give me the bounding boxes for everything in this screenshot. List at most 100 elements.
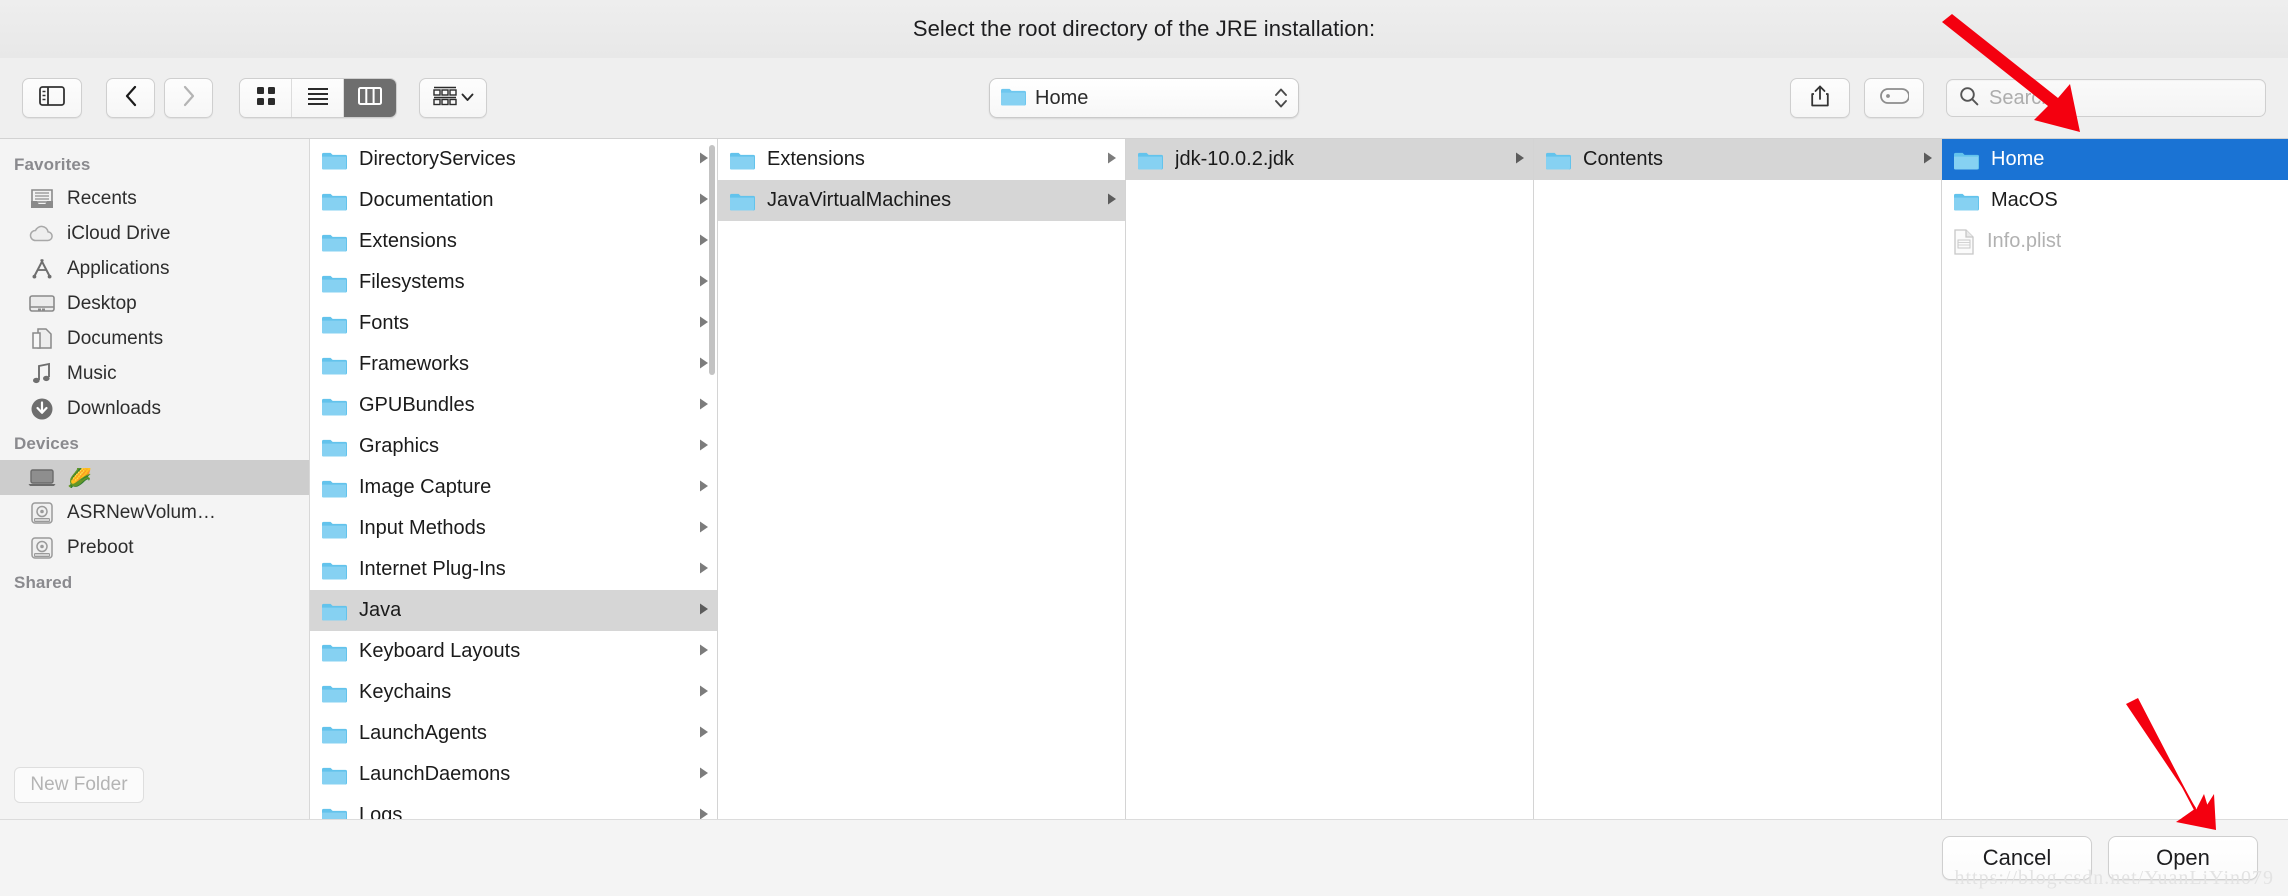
sidebar-item-downloads[interactable]: Downloads bbox=[0, 391, 309, 426]
search-field[interactable]: Search bbox=[1946, 79, 2266, 117]
column-item-label: Java bbox=[359, 599, 402, 621]
folder-icon bbox=[321, 150, 347, 170]
new-folder-button[interactable]: New Folder bbox=[14, 767, 144, 803]
sidebar-item-desktop[interactable]: Desktop bbox=[0, 286, 309, 321]
sidebar-item-preboot[interactable]: Preboot bbox=[0, 530, 309, 565]
column-item-label: Graphics bbox=[359, 435, 440, 457]
folder-icon bbox=[1953, 191, 1979, 211]
folder-icon bbox=[729, 150, 755, 170]
sidebar-item-icloud-drive[interactable]: iCloud Drive bbox=[0, 216, 309, 251]
disclosure-arrow-icon bbox=[690, 394, 710, 417]
disclosure-arrow-icon bbox=[690, 353, 710, 376]
folder-icon bbox=[321, 232, 347, 252]
column-item-label: Extensions bbox=[359, 230, 457, 252]
disclosure-arrow-icon bbox=[690, 763, 710, 786]
column-view-button[interactable] bbox=[344, 79, 396, 117]
icon-view-button[interactable] bbox=[240, 79, 292, 117]
disclosure-arrow-icon bbox=[690, 189, 710, 212]
column-item[interactable]: Java bbox=[310, 590, 717, 631]
search-icon bbox=[1959, 86, 1979, 111]
icloud-icon bbox=[28, 225, 56, 243]
folder-icon bbox=[1000, 86, 1026, 111]
dialog-body: Favorites Recents iCloud Drive Applications… bbox=[0, 139, 2288, 819]
sidebar-item-recents[interactable]: Recents bbox=[0, 181, 309, 216]
column-item[interactable]: Input Methods bbox=[310, 508, 717, 549]
folder-icon bbox=[321, 519, 347, 539]
disclosure-arrow-icon bbox=[690, 722, 710, 745]
cancel-button[interactable]: Cancel bbox=[1942, 836, 2092, 880]
column-1: DirectoryServices Documentation Extensions… bbox=[310, 139, 718, 819]
column-item[interactable]: DirectoryServices bbox=[310, 139, 717, 180]
disclosure-arrow-icon bbox=[690, 517, 710, 540]
toolbar: Home Search bbox=[0, 58, 2288, 139]
column-item[interactable]: Fonts bbox=[310, 303, 717, 344]
column-item[interactable]: Internet Plug-Ins bbox=[310, 549, 717, 590]
column-item[interactable]: Image Capture bbox=[310, 467, 717, 508]
column-item[interactable]: Documentation bbox=[310, 180, 717, 221]
disclosure-arrow-icon bbox=[690, 435, 710, 458]
column-item[interactable]: Graphics bbox=[310, 426, 717, 467]
column-item[interactable]: Contents bbox=[1534, 139, 1941, 180]
chevron-down-icon bbox=[461, 89, 474, 107]
column-3: jdk-10.0.2.jdk bbox=[1126, 139, 1534, 819]
folder-icon bbox=[321, 437, 347, 457]
sidebar-item-applications[interactable]: Applications bbox=[0, 251, 309, 286]
sidebar-item-label: Music bbox=[67, 362, 117, 384]
back-button[interactable] bbox=[106, 78, 155, 118]
column-item[interactable]: jdk-10.0.2.jdk bbox=[1126, 139, 1533, 180]
sidebar-item-[interactable]: 🌽 bbox=[0, 460, 309, 495]
column-item[interactable]: MacOS bbox=[1942, 180, 2288, 221]
folder-icon bbox=[1137, 150, 1163, 170]
sidebar-item-asrnewvolum[interactable]: ASRNewVolum… bbox=[0, 495, 309, 530]
music-icon bbox=[28, 362, 56, 386]
folder-icon bbox=[321, 642, 347, 662]
group-by-button[interactable] bbox=[419, 78, 487, 118]
sidebar-item-documents[interactable]: Documents bbox=[0, 321, 309, 356]
column-item[interactable]: Home bbox=[1942, 139, 2288, 180]
path-popup-label: Home bbox=[1035, 86, 1089, 109]
path-popup-button[interactable]: Home bbox=[989, 78, 1299, 118]
column-item[interactable]: Keychains bbox=[310, 672, 717, 713]
column-item[interactable]: Frameworks bbox=[310, 344, 717, 385]
tag-button[interactable] bbox=[1864, 78, 1924, 118]
column-item[interactable]: Extensions bbox=[718, 139, 1125, 180]
column-item-label: Filesystems bbox=[359, 271, 465, 293]
file-icon bbox=[1953, 228, 1975, 255]
updown-chevron-icon bbox=[1274, 86, 1288, 110]
column-item-label: LaunchDaemons bbox=[359, 763, 511, 785]
open-button[interactable]: Open bbox=[2108, 836, 2258, 880]
chevron-left-icon bbox=[124, 85, 138, 112]
column-item-label: Frameworks bbox=[359, 353, 470, 375]
recents-icon bbox=[28, 188, 56, 210]
column-item[interactable]: JavaVirtualMachines bbox=[718, 180, 1125, 221]
list-view-button[interactable] bbox=[292, 79, 344, 117]
column-item[interactable]: LaunchDaemons bbox=[310, 754, 717, 795]
column-item-label: DirectoryServices bbox=[359, 148, 516, 170]
column-item[interactable]: Extensions bbox=[310, 221, 717, 262]
share-button[interactable] bbox=[1790, 78, 1850, 118]
disclosure-arrow-icon bbox=[690, 271, 710, 294]
view-mode-segmented-control bbox=[239, 78, 397, 118]
folder-icon bbox=[1545, 150, 1571, 170]
folder-icon bbox=[321, 314, 347, 334]
column-item-label: Info.plist bbox=[1987, 230, 2062, 252]
disclosure-arrow-icon bbox=[690, 312, 710, 335]
column-scrollbar[interactable] bbox=[709, 145, 715, 375]
column-item[interactable]: Filesystems bbox=[310, 262, 717, 303]
disclosure-arrow-icon bbox=[690, 230, 710, 253]
column-item[interactable]: GPUBundles bbox=[310, 385, 717, 426]
dialog-titlebar: Select the root directory of the JRE ins… bbox=[0, 0, 2288, 58]
column-5: Home MacOS Info.plist bbox=[1942, 139, 2288, 819]
sidebar-item-label: Downloads bbox=[67, 397, 161, 419]
column-browser: DirectoryServices Documentation Extensions… bbox=[310, 139, 2288, 819]
column-item-label: GPUBundles bbox=[359, 394, 475, 416]
column-item[interactable]: Keyboard Layouts bbox=[310, 631, 717, 672]
sidebar-item-label: Documents bbox=[67, 327, 164, 349]
column-item[interactable]: Logs bbox=[310, 795, 717, 819]
column-item[interactable]: Info.plist bbox=[1942, 221, 2288, 262]
disclosure-arrow-icon bbox=[690, 476, 710, 499]
sidebar-item-music[interactable]: Music bbox=[0, 356, 309, 391]
forward-button[interactable] bbox=[164, 78, 213, 118]
column-item[interactable]: LaunchAgents bbox=[310, 713, 717, 754]
sidebar-toggle-button[interactable] bbox=[22, 78, 82, 118]
